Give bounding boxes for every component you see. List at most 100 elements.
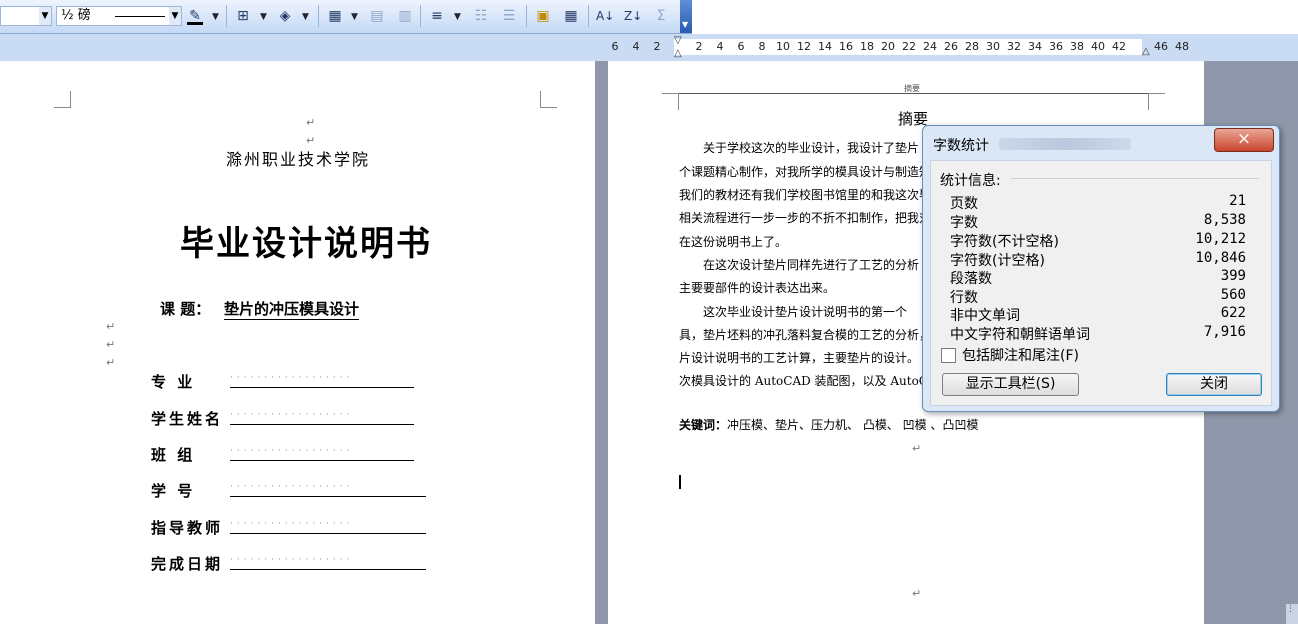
abstract-line: 这次毕业设计垫片设计说明书的第一个: [703, 305, 908, 319]
margin-corner: [662, 93, 679, 110]
resize-grip-icon[interactable]: ⋮: [1286, 604, 1298, 624]
ruler-tick-label: 14: [818, 40, 832, 53]
paragraph-mark: ↵: [106, 338, 116, 351]
distribute-rows-icon[interactable]: ☷: [472, 7, 490, 25]
line-style-combo[interactable]: ▼: [0, 6, 52, 26]
keywords-label: 关键词：: [679, 418, 728, 432]
ruler-tick-label: 42: [1112, 40, 1126, 53]
dialog-title: 字数统计: [933, 138, 989, 154]
table-autoformat-icon[interactable]: ▣: [534, 7, 552, 25]
chevron-down-icon[interactable]: ▼: [302, 12, 309, 22]
ruler-tick-label: 46: [1154, 40, 1168, 53]
abstract-line: 次模具设计的 AutoCAD 装配图，以及 AutoCAD: [679, 374, 947, 388]
separator: [526, 5, 527, 27]
field-blank[interactable]: ··················: [230, 519, 426, 534]
ruler-tick-label: 38: [1070, 40, 1084, 53]
statistics-label: 统计信息:: [940, 173, 1001, 189]
paragraph-mark: ↵: [912, 587, 922, 600]
chevron-down-icon[interactable]: ▼: [454, 12, 461, 22]
abstract-line: 我们的教材还有我们学校图书馆里的和我这次毕: [679, 188, 932, 202]
chevron-down-icon[interactable]: ▼: [39, 7, 51, 25]
field-label: 班 组: [151, 446, 196, 464]
field-label: 指导教师: [151, 519, 224, 537]
ruler-tick-label: 4: [716, 40, 724, 53]
autosum-icon[interactable]: Σ: [652, 7, 670, 25]
paragraph-mark: ↵: [106, 356, 116, 369]
field-label: 学生姓名: [151, 410, 224, 428]
stat-name: 字符数(不计空格): [950, 234, 1059, 250]
text-cursor: [679, 475, 681, 489]
include-footnotes-checkbox[interactable]: [941, 348, 956, 363]
chevron-down-icon[interactable]: ▼: [212, 12, 219, 22]
align-icon[interactable]: ≡: [428, 7, 446, 25]
shading-icon[interactable]: ◈: [276, 7, 294, 25]
table-grid-icon[interactable]: ▦: [562, 7, 580, 25]
ruler-tick-label: 6: [611, 40, 619, 53]
field-blank[interactable]: ··················: [230, 555, 426, 570]
distribute-columns-icon[interactable]: ☰: [500, 7, 518, 25]
toolbar-options-icon[interactable]: ▼: [680, 0, 692, 33]
chevron-down-icon[interactable]: ▼: [351, 12, 358, 22]
ruler-tick-label: 34: [1028, 40, 1042, 53]
abstract-line: 主要要部件的设计表达出来。: [679, 281, 836, 295]
field-blank[interactable]: ··················: [230, 482, 426, 497]
right-indent-marker[interactable]: △: [1142, 46, 1150, 57]
toolbar-empty-area: [692, 0, 1298, 33]
line-weight-value: ½ 磅: [61, 8, 91, 23]
ruler-tick-label: 4: [632, 40, 640, 53]
field-blank[interactable]: ··················: [230, 446, 414, 461]
field-label: 专 业: [151, 373, 196, 391]
ruler-tick-label: 2: [653, 40, 661, 53]
stat-name: 中文字符和朝鲜语单词: [950, 327, 1090, 343]
split-cells-icon[interactable]: ▥: [396, 7, 414, 25]
sort-descending-icon[interactable]: Z↓: [624, 7, 642, 25]
abstract-line: 在这份说明书上了。: [679, 235, 788, 249]
abstract-line: 关于学校这次的毕业设计，我设计了垫片: [703, 141, 920, 155]
ruler-tick-label: 10: [776, 40, 790, 53]
stat-name: 字符数(计空格): [950, 253, 1045, 269]
ruler-tick-label: 8: [758, 40, 766, 53]
ruler-tick-label: 32: [1007, 40, 1021, 53]
chevron-down-icon[interactable]: ▼: [260, 12, 267, 22]
separator: [588, 5, 589, 27]
keywords-text: 冲压模、垫片、压力机、 凸模、 凹模 、凸凹模: [727, 418, 979, 432]
merge-cells-icon[interactable]: ▤: [368, 7, 386, 25]
separator: [420, 5, 421, 27]
paragraph-mark: ↵: [306, 116, 316, 129]
border-color-icon[interactable]: ✎: [186, 7, 204, 25]
ruler-tick-label: 28: [965, 40, 979, 53]
sort-ascending-icon[interactable]: A↓: [596, 7, 614, 25]
ruler-tick-label: 2: [695, 40, 703, 53]
abstract-line: 具，垫片坯料的冲孔落料复合模的工艺的分析，: [679, 328, 932, 342]
include-footnotes-label[interactable]: 包括脚注和尾注(F): [962, 345, 1079, 365]
school-name: 滁州职业技术学院: [226, 150, 371, 169]
insert-table-icon[interactable]: ▦: [326, 7, 344, 25]
header-text: 摘要: [904, 84, 920, 93]
paragraph-mark: ↵: [912, 442, 922, 455]
stat-name: 字数: [950, 215, 978, 231]
chevron-down-icon[interactable]: ▼: [169, 7, 181, 25]
stat-value: 560: [1220, 287, 1246, 303]
page-gap: [595, 61, 608, 624]
abstract-line: 在这次设计垫片同样先进行了工艺的分析: [703, 258, 920, 272]
stat-name: 非中文单词: [950, 308, 1020, 324]
close-icon[interactable]: ×: [1214, 128, 1274, 152]
stat-value: 21: [1229, 193, 1246, 209]
word-count-dialog[interactable]: 字数统计 × 统计信息: 页数 21 字数 8,538 字符数(不计空格) 10…: [922, 125, 1280, 412]
stat-value: 399: [1220, 268, 1246, 284]
group-line: [1011, 178, 1259, 179]
field-blank[interactable]: ··················: [230, 410, 414, 425]
borders-icon[interactable]: ⊞: [234, 7, 252, 25]
ruler-tick-label: 18: [860, 40, 874, 53]
line-weight-combo[interactable]: ½ 磅 ▼: [56, 6, 182, 26]
close-button[interactable]: 关闭: [1166, 373, 1262, 396]
topic-label: 课 题：: [160, 300, 211, 318]
line-sample: [115, 16, 165, 17]
separator: [318, 5, 319, 27]
show-toolbar-button[interactable]: 显示工具栏(S): [942, 373, 1079, 396]
ruler-tick-label: 48: [1175, 40, 1189, 53]
first-line-indent-marker[interactable]: ▽: [674, 35, 682, 46]
margin-corner: [54, 91, 71, 108]
field-blank[interactable]: ··················: [230, 373, 414, 388]
left-indent-marker[interactable]: △: [674, 48, 682, 59]
